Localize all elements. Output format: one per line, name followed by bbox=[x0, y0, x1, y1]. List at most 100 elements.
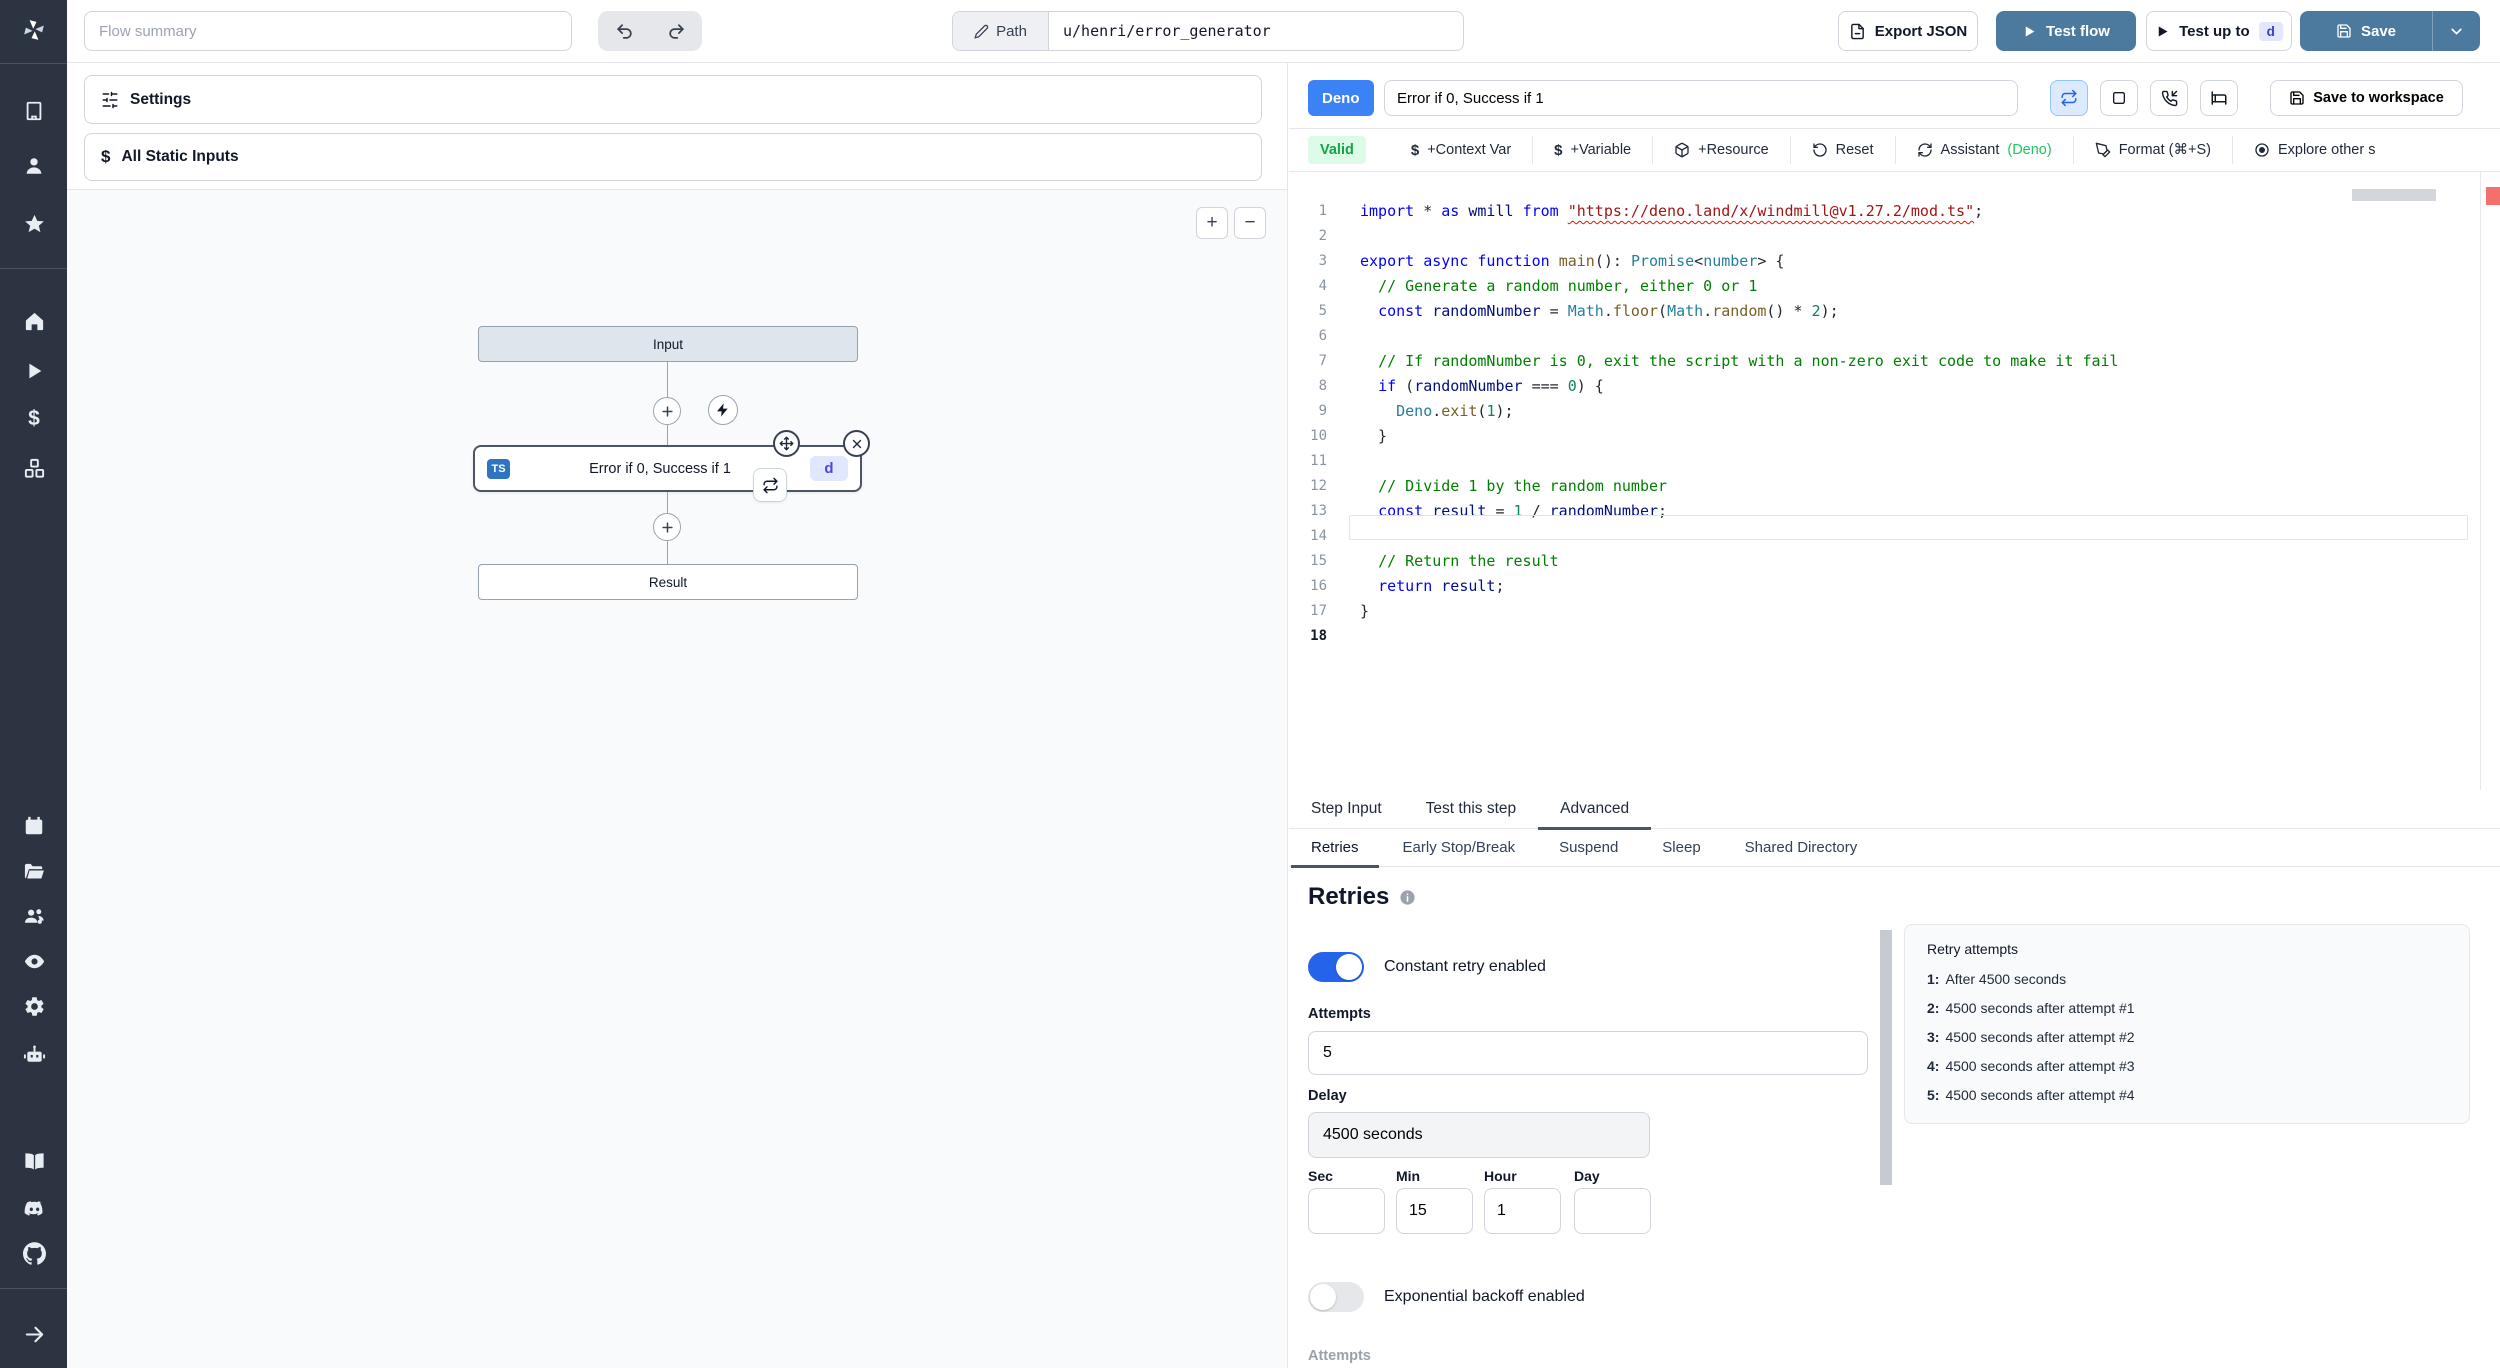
code-line[interactable]: 6 bbox=[1289, 324, 2500, 349]
trigger-bolt-button[interactable] bbox=[708, 395, 738, 425]
discord-icon[interactable] bbox=[21, 1195, 47, 1221]
path-field[interactable]: Path u/henri/error_generator bbox=[952, 11, 1464, 51]
test-up-to-button[interactable]: Test up to d bbox=[2146, 11, 2292, 51]
code-line[interactable]: 3 export async function main(): Promise<n… bbox=[1289, 249, 2500, 274]
info-icon[interactable] bbox=[1399, 889, 1416, 906]
code-line[interactable]: 5 const randomNumber = Math.floor(Math.r… bbox=[1289, 299, 2500, 324]
favorites-star-icon[interactable] bbox=[21, 211, 47, 237]
audit-eye-icon[interactable] bbox=[21, 948, 47, 974]
save-dropdown-button[interactable] bbox=[2432, 11, 2480, 51]
flow-canvas[interactable]: + − Input TS Error if 0, Success if 1 d bbox=[67, 189, 1287, 1368]
zoom-out-button[interactable]: − bbox=[1234, 207, 1266, 239]
all-static-inputs-button[interactable]: $ All Static Inputs bbox=[84, 133, 1262, 181]
code-line[interactable]: 8 if (randomNumber === 0) { bbox=[1289, 374, 2500, 399]
code-line[interactable]: 15 // Return the result bbox=[1289, 549, 2500, 574]
explore-scripts-button[interactable]: Explore other s bbox=[2231, 136, 2397, 164]
code-line[interactable]: 10 } bbox=[1289, 424, 2500, 449]
line-number: 2 bbox=[1318, 228, 1327, 244]
undo-button[interactable] bbox=[598, 11, 650, 51]
code-line[interactable]: 17} bbox=[1289, 599, 2500, 624]
code-line[interactable]: 13 const result = 1 / randomNumber; bbox=[1289, 499, 2500, 524]
sec-input[interactable] bbox=[1308, 1188, 1385, 1234]
save-to-workspace-button[interactable]: Save to workspace bbox=[2270, 80, 2463, 116]
assistant-button[interactable]: Assistant (Deno) bbox=[1894, 136, 2073, 164]
code-line[interactable]: 16 return result; bbox=[1289, 574, 2500, 599]
attempts-input[interactable] bbox=[1308, 1031, 1868, 1075]
tab-step-input[interactable]: Step Input bbox=[1289, 790, 1404, 829]
add-step-button[interactable] bbox=[653, 513, 681, 541]
play-icon bbox=[2022, 24, 2037, 39]
github-icon[interactable] bbox=[21, 1240, 47, 1266]
code-line[interactable]: 4 // Generate a random number, either 0 … bbox=[1289, 274, 2500, 299]
settings-gear-icon[interactable] bbox=[21, 993, 47, 1019]
docs-book-icon[interactable] bbox=[21, 1148, 47, 1174]
save-button[interactable]: Save bbox=[2300, 11, 2432, 51]
groups-users-icon[interactable] bbox=[21, 903, 47, 929]
add-step-button[interactable] bbox=[653, 397, 681, 425]
subtab-early-stop[interactable]: Early Stop/Break bbox=[1381, 829, 1538, 867]
flow-node-step[interactable]: TS Error if 0, Success if 1 d bbox=[473, 445, 862, 492]
early-stop-button[interactable] bbox=[2100, 80, 2138, 116]
user-icon[interactable] bbox=[21, 153, 47, 179]
flow-settings-button[interactable]: Settings bbox=[84, 75, 1262, 124]
subtab-retries[interactable]: Retries bbox=[1289, 829, 1381, 868]
workers-robot-icon[interactable] bbox=[21, 1041, 47, 1067]
subtab-shared-directory[interactable]: Shared Directory bbox=[1723, 829, 1880, 867]
folders-icon[interactable] bbox=[21, 858, 47, 884]
day-input[interactable] bbox=[1574, 1188, 1651, 1234]
reset-button[interactable]: Reset bbox=[1789, 136, 1895, 164]
variables-dollar-icon[interactable]: $ bbox=[21, 406, 47, 432]
editor-scrollbar[interactable] bbox=[2352, 189, 2436, 201]
typescript-badge: TS bbox=[487, 458, 510, 479]
code-line[interactable]: 7 // If randomNumber is 0, exit the scri… bbox=[1289, 349, 2500, 374]
windmill-logo-icon[interactable] bbox=[21, 17, 47, 43]
flow-node-result[interactable]: Result bbox=[478, 564, 858, 600]
flow-summary-input[interactable] bbox=[84, 11, 572, 51]
add-context-var-button[interactable]: $ +Context Var bbox=[1390, 136, 1532, 164]
code-line[interactable]: 18 bbox=[1289, 624, 2500, 649]
home-icon[interactable] bbox=[21, 308, 47, 334]
add-variable-button[interactable]: $ +Variable bbox=[1532, 136, 1652, 164]
scrollbar-thumb[interactable] bbox=[1880, 930, 1892, 1185]
tab-advanced[interactable]: Advanced bbox=[1538, 790, 1652, 830]
redo-button[interactable] bbox=[650, 11, 702, 51]
constant-retry-switch[interactable] bbox=[1308, 952, 1364, 982]
format-button[interactable]: Format (⌘+S) bbox=[2072, 136, 2232, 164]
resources-boxes-icon[interactable] bbox=[21, 455, 47, 481]
move-step-button[interactable] bbox=[773, 430, 800, 457]
line-number: 1 bbox=[1318, 203, 1327, 219]
export-json-button[interactable]: Export JSON bbox=[1838, 11, 1978, 51]
workspace-building-icon[interactable] bbox=[21, 98, 47, 124]
form-scrollbar[interactable] bbox=[1880, 868, 1892, 1368]
subtab-sleep[interactable]: Sleep bbox=[1640, 829, 1722, 867]
code-line[interactable]: 9 Deno.exit(1); bbox=[1289, 399, 2500, 424]
save-to-workspace-label: Save to workspace bbox=[2313, 90, 2444, 106]
subtab-suspend[interactable]: Suspend bbox=[1537, 829, 1640, 867]
code-line[interactable]: 11 bbox=[1289, 449, 2500, 474]
code-line[interactable]: 2 bbox=[1289, 224, 2500, 249]
delete-step-button[interactable] bbox=[843, 430, 870, 457]
retries-toggle-button[interactable] bbox=[2050, 80, 2088, 116]
delay-input[interactable] bbox=[1308, 1112, 1650, 1158]
hour-input[interactable] bbox=[1484, 1188, 1561, 1234]
exponential-backoff-switch[interactable] bbox=[1308, 1282, 1364, 1312]
zoom-in-button[interactable]: + bbox=[1196, 207, 1228, 239]
retry-indicator-badge[interactable] bbox=[753, 468, 787, 502]
sleep-button[interactable] bbox=[2200, 80, 2238, 116]
code-editor[interactable]: 1 import * as wmill from "https://deno.la… bbox=[1289, 172, 2500, 790]
expand-arrow-icon[interactable] bbox=[21, 1321, 47, 1347]
step-tabs: Step Input Test this step Advanced bbox=[1289, 790, 2500, 830]
flow-node-input[interactable]: Input bbox=[478, 326, 858, 362]
code-line[interactable]: 1 import * as wmill from "https://deno.la… bbox=[1289, 199, 2500, 224]
step-name-input[interactable] bbox=[1384, 80, 2018, 116]
runs-play-icon[interactable] bbox=[21, 358, 47, 384]
code-line[interactable]: 14 bbox=[1289, 524, 2500, 549]
code-line[interactable]: 12 // Divide 1 by the random number bbox=[1289, 474, 2500, 499]
add-resource-button[interactable]: +Resource bbox=[1652, 136, 1790, 164]
suspend-button[interactable] bbox=[2150, 80, 2188, 116]
retry-attempts-list: 1: After 4500 seconds 2: 4500 seconds after… bbox=[1927, 965, 2447, 1110]
test-flow-button[interactable]: Test flow bbox=[1996, 11, 2136, 51]
schedules-calendar-icon[interactable] bbox=[21, 813, 47, 839]
tab-test-this-step[interactable]: Test this step bbox=[1404, 790, 1538, 829]
min-input[interactable] bbox=[1396, 1188, 1473, 1234]
